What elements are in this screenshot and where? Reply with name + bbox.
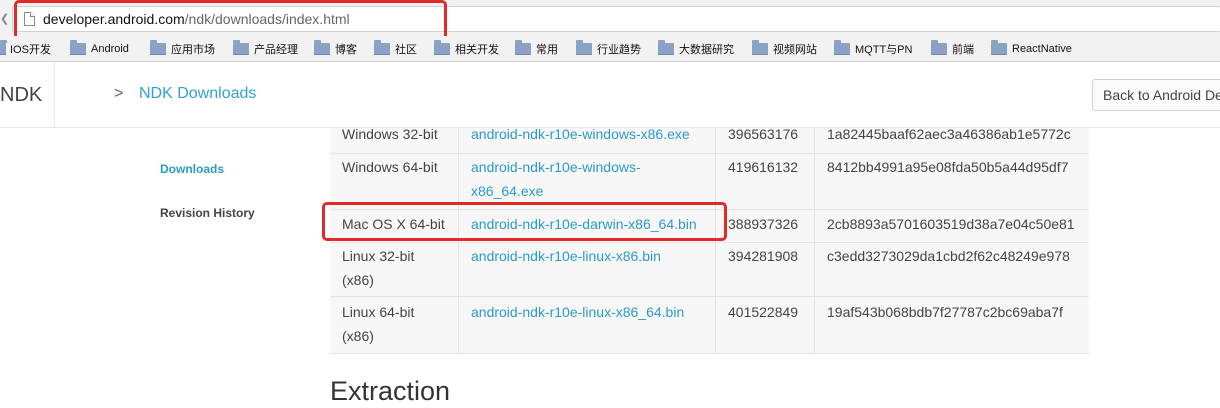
folder-icon	[374, 40, 390, 55]
bookmark-industry-trends[interactable]: 行业趋势	[576, 40, 641, 57]
checksum-cell: c3edd3273029da1cbd2f62c48249e978	[827, 248, 1070, 264]
bookmark-video-sites[interactable]: 视频网站	[752, 40, 817, 57]
url-field[interactable]: developer.android.com/ndk/downloads/inde…	[12, 6, 1220, 32]
bookmark-frontend[interactable]: 前端	[931, 40, 974, 57]
package-cell: android-ndk-r10e-windows-x86_64.exe	[459, 154, 716, 209]
bookmark-community[interactable]: 社区	[374, 40, 417, 57]
package-link[interactable]: x86_64.exe	[471, 179, 715, 203]
nav-revision-history[interactable]: Revision History	[160, 206, 255, 220]
chevron-right-icon: >	[114, 85, 124, 102]
platform-cell: Windows 32-bit	[330, 128, 459, 153]
url-text: developer.android.com/ndk/downloads/inde…	[43, 11, 350, 27]
site-header: NDK > NDK Downloads Back to Android Deve…	[0, 62, 1220, 128]
folder-icon	[576, 40, 592, 55]
checksum-cell: 2cb8893a5701603519d38a7e04c50e81	[827, 216, 1075, 232]
platform-cell: Windows 64-bit	[330, 154, 459, 209]
site-name[interactable]: NDK	[0, 84, 42, 107]
extraction-heading: Extraction	[330, 376, 451, 406]
folder-icon	[834, 40, 850, 55]
breadcrumb-ndk-downloads[interactable]: NDK Downloads	[139, 85, 256, 103]
bookmark-mqtt[interactable]: MQTT与PN	[834, 40, 912, 57]
table-row: Linux 64-bit (x86) android-ndk-r10e-linux…	[330, 297, 1089, 354]
table-row: Windows 64-bit android-ndk-r10e-windows-…	[330, 154, 1089, 210]
table-row: Windows 32-bit android-ndk-r10e-windows-…	[330, 128, 1089, 154]
folder-icon	[70, 40, 86, 55]
bookmarks-bar: IOS开发 Android 应用市场 产品经理 博客 社区 相关开发 常用 行业…	[0, 36, 1220, 62]
address-bar: ❮ developer.android.com/ndk/downloads/in…	[0, 0, 1220, 36]
package-link[interactable]: android-ndk-r10e-linux-x86_64.bin	[471, 304, 684, 320]
package-cell: android-ndk-r10e-linux-x86.bin	[459, 243, 716, 296]
bookmark-product-manager[interactable]: 产品经理	[233, 40, 298, 57]
folder-icon	[434, 40, 450, 55]
size-cell: 388937326	[716, 210, 815, 242]
folder-icon	[150, 40, 166, 55]
bookmark-app-market[interactable]: 应用市场	[150, 40, 215, 57]
bookmark-related-dev[interactable]: 相关开发	[434, 40, 499, 57]
folder-icon	[752, 40, 768, 55]
folder-icon	[314, 40, 330, 55]
folder-icon	[0, 40, 7, 55]
platform-cell: Linux 64-bit (x86)	[330, 297, 459, 353]
table-row: Mac OS X 64-bit android-ndk-r10e-darwin-…	[330, 210, 1089, 243]
package-cell: android-ndk-r10e-windows-x86.exe	[459, 128, 716, 153]
folder-icon	[658, 40, 674, 55]
nav-downloads[interactable]: Downloads	[160, 162, 224, 176]
back-to-android-developers-button[interactable]: Back to Android Developers	[1092, 79, 1220, 111]
platform-cell: Linux 32-bit (x86)	[330, 243, 459, 296]
header-divider	[54, 62, 55, 128]
folder-icon	[515, 40, 531, 55]
package-link[interactable]: android-ndk-r10e-darwin-x86_64.bin	[471, 216, 697, 232]
size-cell: 394281908	[716, 243, 815, 296]
bookmark-android[interactable]: Android	[70, 40, 129, 57]
table-row: Linux 32-bit (x86) android-ndk-r10e-linux…	[330, 243, 1089, 297]
downloads-table: Windows 32-bit android-ndk-r10e-windows-…	[330, 128, 1089, 354]
folder-icon	[991, 40, 1007, 55]
package-link[interactable]: android-ndk-r10e-linux-x86.bin	[471, 248, 661, 264]
size-cell: 396563176	[716, 128, 815, 153]
url-host: developer.android.com	[43, 11, 185, 27]
folder-icon	[931, 40, 947, 55]
bookmark-react-native[interactable]: ReactNative	[991, 40, 1072, 57]
page-icon	[24, 12, 35, 26]
package-link[interactable]: android-ndk-r10e-windows-	[471, 155, 715, 179]
folder-icon	[233, 40, 249, 55]
bookmark-big-data[interactable]: 大数据研究	[658, 40, 734, 57]
size-cell: 419616132	[716, 154, 815, 209]
back-arrow-icon[interactable]: ❮	[0, 12, 9, 25]
bookmark-ios[interactable]: IOS开发	[0, 40, 51, 57]
package-link[interactable]: android-ndk-r10e-windows-x86.exe	[471, 128, 690, 142]
package-cell: android-ndk-r10e-linux-x86_64.bin	[459, 297, 716, 353]
url-path: /ndk/downloads/index.html	[184, 11, 350, 27]
bookmark-common[interactable]: 常用	[515, 40, 558, 57]
checksum-cell: 19af543b068bdb7f27787c2bc69aba7f	[827, 304, 1063, 320]
package-cell: android-ndk-r10e-darwin-x86_64.bin	[459, 210, 716, 242]
size-cell: 401522849	[716, 297, 815, 353]
checksum-cell: 8412bb4991a95e08fda50b5a44d95df7	[827, 159, 1069, 175]
checksum-cell: 1a82445baaf62aec3a46386ab1e5772c	[827, 128, 1071, 142]
bookmark-blog[interactable]: 博客	[314, 40, 357, 57]
platform-cell: Mac OS X 64-bit	[330, 210, 459, 242]
